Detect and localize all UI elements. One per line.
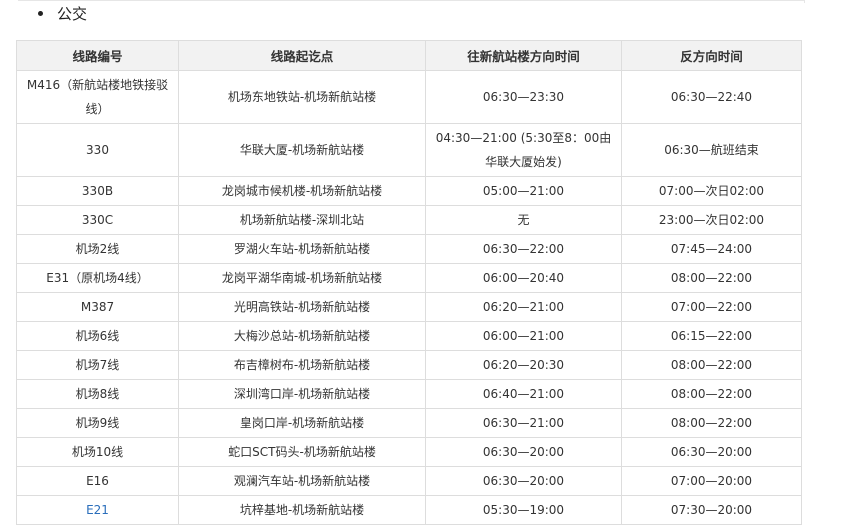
cell-reverse-time: 08:00—22:00 — [621, 408, 802, 438]
table-row: 机场8线 深圳湾口岸-机场新航站楼 06:40—21:00 08:00—22:00 — [16, 379, 802, 409]
cell-line-number: 机场8线 — [16, 379, 179, 409]
cell-route: 大梅沙总站-机场新航站楼 — [178, 321, 426, 351]
table-row: 机场10线 蛇口SCT码头-机场新航站楼 06:30—20:00 06:30—20:0… — [16, 437, 802, 467]
cell-route: 蛇口SCT码头-机场新航站楼 — [178, 437, 426, 467]
cell-route: 龙岗平湖华南城-机场新航站楼 — [178, 263, 426, 293]
cell-to-terminal-time: 05:00—21:00 — [425, 176, 622, 206]
table-row: 机场6线 大梅沙总站-机场新航站楼 06:00—21:00 06:15—22:00 — [16, 321, 802, 351]
section-title: 公交 — [57, 4, 88, 23]
bullet-icon — [38, 10, 43, 16]
cell-to-terminal-time: 06:00—21:00 — [425, 321, 622, 351]
cell-line-number[interactable]: E21 — [16, 495, 179, 525]
table-row: E31（原机场4线） 龙岗平湖华南城-机场新航站楼 06:00—20:40 08:00… — [16, 263, 802, 293]
bus-schedule-table: 线路编号 线路起讫点 往新航站楼方向时间 反方向时间 M416（新航站楼地铁接驳… — [16, 40, 802, 525]
cell-to-terminal-time: 04:30—21:00 (5:30至8：00由华联大厦始发) — [425, 123, 622, 177]
cell-to-terminal-time: 06:30—20:00 — [425, 437, 622, 467]
cell-to-terminal-time: 06:20—20:30 — [425, 350, 622, 380]
cell-to-terminal-time: 06:30—21:00 — [425, 408, 622, 438]
table-row: 机场9线 皇岗口岸-机场新航站楼 06:30—21:00 08:00—22:00 — [16, 408, 802, 438]
cell-route: 罗湖火车站-机场新航站楼 — [178, 234, 426, 264]
cell-to-terminal-time: 06:20—21:00 — [425, 292, 622, 322]
cell-route: 观澜汽车站-机场新航站楼 — [178, 466, 426, 496]
cell-reverse-time: 08:00—22:00 — [621, 379, 802, 409]
cell-line-number: E31（原机场4线） — [16, 263, 179, 293]
table-body: M416（新航站楼地铁接驳线） 机场东地铁站-机场新航站楼 06:30—23:30 0… — [16, 70, 802, 525]
header-route: 线路起讫点 — [178, 40, 426, 71]
cell-reverse-time: 06:30—22:40 — [621, 70, 802, 124]
cell-line-number: 330C — [16, 205, 179, 235]
cell-to-terminal-time: 05:30—19:00 — [425, 495, 622, 525]
cell-route: 坑梓基地-机场新航站楼 — [178, 495, 426, 525]
table-row: M387 光明高铁站-机场新航站楼 06:20—21:00 07:00—22:00 — [16, 292, 802, 322]
cell-line-number: 机场2线 — [16, 234, 179, 264]
section-heading: 公交 — [38, 2, 87, 24]
cell-line-number: 330 — [16, 123, 179, 177]
cell-reverse-time: 07:30—20:00 — [621, 495, 802, 525]
top-divider — [18, 0, 804, 1]
cell-to-terminal-time: 06:30—23:30 — [425, 70, 622, 124]
top-divider-edge — [804, 0, 805, 3]
cell-route: 龙岗城市候机楼-机场新航站楼 — [178, 176, 426, 206]
cell-reverse-time: 23:00—次日02:00 — [621, 205, 802, 235]
cell-reverse-time: 07:00—次日02:00 — [621, 176, 802, 206]
cell-route: 皇岗口岸-机场新航站楼 — [178, 408, 426, 438]
cell-route: 布吉樟树布-机场新航站楼 — [178, 350, 426, 380]
cell-to-terminal-time: 06:30—22:00 — [425, 234, 622, 264]
table-row: 330B 龙岗城市候机楼-机场新航站楼 05:00—21:00 07:00—次日02:… — [16, 176, 802, 206]
table-row: 330C 机场新航站楼-深圳北站无 23:00—次日02:00 — [16, 205, 802, 235]
table-row: 机场7线 布吉樟树布-机场新航站楼 06:20—20:30 08:00—22:00 — [16, 350, 802, 380]
header-line-number: 线路编号 — [16, 40, 179, 71]
cell-route: 华联大厦-机场新航站楼 — [178, 123, 426, 177]
cell-reverse-time: 08:00—22:00 — [621, 263, 802, 293]
table-row: 330 华联大厦-机场新航站楼 04:30—21:00 (5:30至8：00由华联大… — [16, 123, 802, 177]
cell-route: 深圳湾口岸-机场新航站楼 — [178, 379, 426, 409]
cell-line-number: 330B — [16, 176, 179, 206]
cell-reverse-time: 06:30—航班结束 — [621, 123, 802, 177]
cell-route: 机场新航站楼-深圳北站 — [178, 205, 426, 235]
table-row: 机场2线 罗湖火车站-机场新航站楼 06:30—22:00 07:45—24:00 — [16, 234, 802, 264]
cell-line-number: 机场9线 — [16, 408, 179, 438]
cell-reverse-time: 08:00—22:00 — [621, 350, 802, 380]
table-row: E21 坑梓基地-机场新航站楼 05:30—19:00 07:30—20:00 — [16, 495, 802, 525]
table-row: E16 观澜汽车站-机场新航站楼 06:30—20:00 07:00—20:00 — [16, 466, 802, 496]
cell-to-terminal-time: 06:00—20:40 — [425, 263, 622, 293]
cell-reverse-time: 06:30—20:00 — [621, 437, 802, 467]
cell-line-number: 机场10线 — [16, 437, 179, 467]
header-reverse-time: 反方向时间 — [621, 40, 802, 71]
table-header-row: 线路编号 线路起讫点 往新航站楼方向时间 反方向时间 — [16, 40, 802, 71]
cell-line-number: 机场7线 — [16, 350, 179, 380]
cell-reverse-time: 07:00—20:00 — [621, 466, 802, 496]
cell-line-number: M416（新航站楼地铁接驳线） — [16, 70, 179, 124]
cell-line-number: E16 — [16, 466, 179, 496]
cell-route: 机场东地铁站-机场新航站楼 — [178, 70, 426, 124]
cell-line-number: 机场6线 — [16, 321, 179, 351]
cell-reverse-time: 06:15—22:00 — [621, 321, 802, 351]
header-to-terminal-time: 往新航站楼方向时间 — [425, 40, 622, 71]
table-row: M416（新航站楼地铁接驳线） 机场东地铁站-机场新航站楼 06:30—23:30 0… — [16, 70, 802, 124]
cell-to-terminal-time: 06:40—21:00 — [425, 379, 622, 409]
cell-to-terminal-time: 06:30—20:00 — [425, 466, 622, 496]
cell-reverse-time: 07:00—22:00 — [621, 292, 802, 322]
cell-reverse-time: 07:45—24:00 — [621, 234, 802, 264]
cell-line-number: M387 — [16, 292, 179, 322]
cell-to-terminal-time: 无 — [425, 205, 622, 235]
cell-route: 光明高铁站-机场新航站楼 — [178, 292, 426, 322]
